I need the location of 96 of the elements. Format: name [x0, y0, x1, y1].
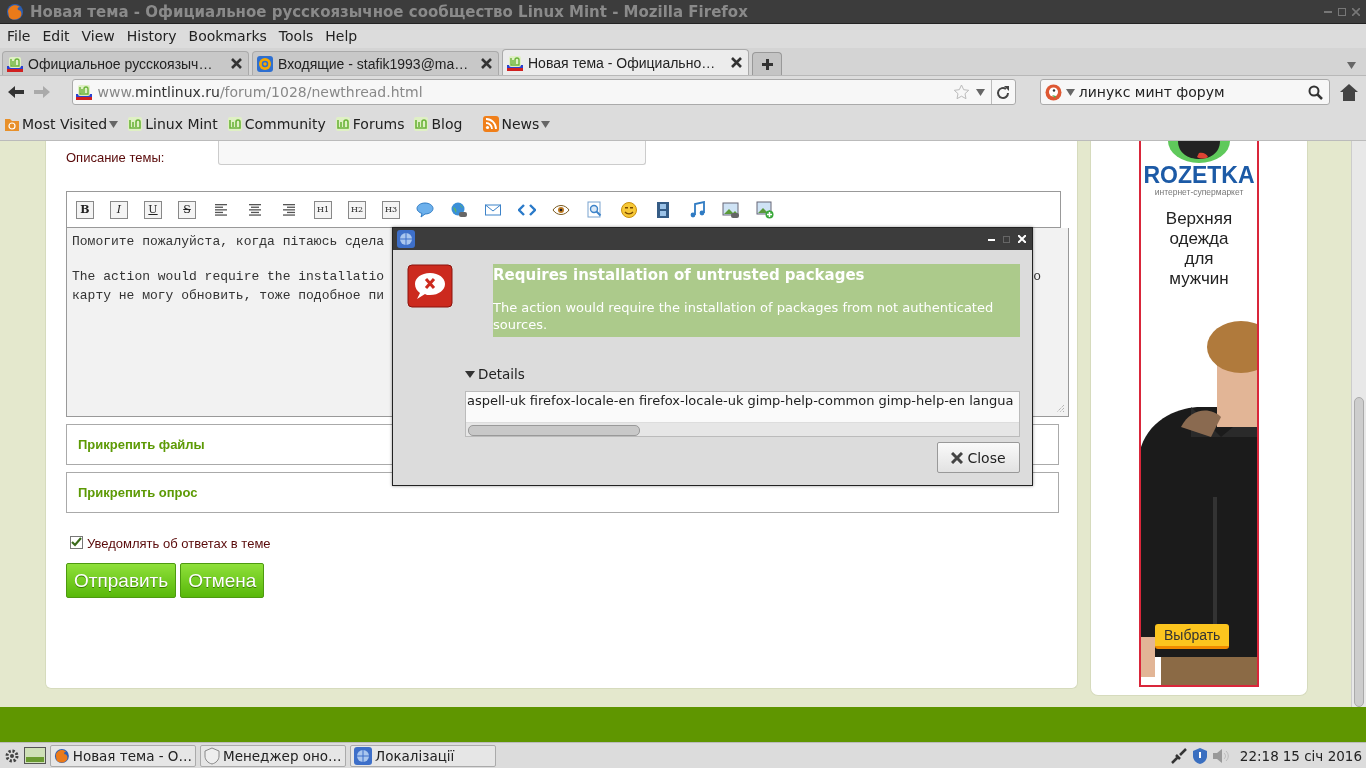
notify-checkbox[interactable]: [70, 535, 83, 549]
bookmark-item[interactable]: Blog: [413, 116, 463, 132]
folder-icon: [4, 116, 20, 132]
editor-text-line: карту не могу обновить, тоже подобное пи: [72, 288, 385, 303]
menu-item[interactable]: History: [120, 28, 183, 44]
editor-text-fragment: о: [1033, 269, 1041, 284]
expanded-arrow-icon: [465, 369, 475, 379]
star-icon[interactable]: [952, 84, 970, 100]
checkbox-label: Уведомлять об ответах в теме: [87, 536, 271, 551]
browser-tab[interactable]: Новая тема - Официально…: [502, 49, 749, 75]
tab-close-icon[interactable]: [731, 57, 742, 68]
browser-tab[interactable]: Официальное русскоязыч…: [2, 51, 249, 75]
site-icon: [7, 55, 23, 72]
window-title: Новая тема - Официальное русскоязычное сообщество Linux Mint - Mozilla Firefox: [30, 2, 749, 21]
details-expander[interactable]: Details: [465, 366, 525, 382]
description-field[interactable]: [218, 141, 646, 165]
editor-text-line: The action would require the installatio: [72, 269, 385, 284]
taskbar-button[interactable]: Новая тема - О…: [50, 744, 196, 767]
plus-icon: [761, 58, 773, 70]
tab-list-arrow-icon[interactable]: [1347, 62, 1356, 69]
rss-feed-icon: [483, 116, 500, 132]
mint-logo-icon: [226, 116, 243, 132]
clock: 22:18: [1239, 747, 1279, 764]
new-tab-button[interactable]: [752, 52, 782, 75]
resize-grip-icon[interactable]: [1056, 404, 1065, 413]
tab-close-icon[interactable]: [481, 58, 492, 69]
format-button[interactable]: U: [144, 200, 162, 219]
bookmark-item[interactable]: Community: [226, 116, 326, 132]
format-button[interactable]: H3: [382, 200, 400, 219]
package-list: aspell-uk firefox-locale-en firefox-locale-uk gimp-help-common gimp-help-en langua: [466, 392, 1019, 408]
menu-item[interactable]: Tools: [272, 28, 320, 44]
music-note-icon[interactable]: [688, 200, 706, 219]
menu-item[interactable]: Bookmarks: [182, 28, 273, 44]
format-button[interactable]: I: [110, 200, 128, 219]
editor-text-line: Помогите пожалуйста, когда пітаюсь сдела: [72, 234, 385, 249]
taskbar-button[interactable]: Менеджер оно…: [200, 744, 346, 767]
menu-item[interactable]: Edit: [36, 28, 76, 44]
home-icon[interactable]: [1340, 83, 1358, 101]
settings-icon[interactable]: [4, 747, 20, 764]
error-icon: [407, 264, 453, 308]
bookmark-item[interactable]: Forums: [334, 116, 405, 132]
image-add-icon[interactable]: [756, 200, 774, 219]
site-icon: [75, 84, 92, 100]
format-button[interactable]: H2: [348, 200, 366, 219]
format-button[interactable]: B: [76, 200, 94, 219]
check-icon: [71, 537, 82, 547]
site-icon: [507, 54, 523, 71]
brand-tagline: интернет-супермаркет: [1154, 187, 1244, 197]
image-link-icon[interactable]: [722, 200, 740, 219]
app-icon: [397, 230, 415, 248]
restore-icon[interactable]: [1338, 7, 1346, 16]
firefox-icon: [54, 746, 70, 765]
firefox-logo-icon: [6, 2, 24, 21]
scrollbar[interactable]: [1351, 141, 1366, 707]
ad-headline: Верхняя одежда для мужчин: [1164, 209, 1234, 289]
shield-icon: [204, 746, 220, 765]
bookmark-item[interactable]: News: [483, 116, 551, 132]
engine-arrow-icon[interactable]: [1065, 88, 1075, 96]
brand-name: ROZETKA: [1143, 163, 1255, 187]
dropdown-arrow-icon[interactable]: [109, 120, 119, 128]
close-button[interactable]: Close: [937, 442, 1020, 473]
smiley-icon[interactable]: [620, 200, 638, 219]
choose-button[interactable]: Выбрать: [1155, 624, 1230, 649]
date: 15 січ 2016: [1282, 747, 1362, 764]
page-magnifier-icon[interactable]: [586, 200, 604, 219]
taskbar-button[interactable]: Локалізації: [350, 744, 496, 767]
tab-close-icon[interactable]: [231, 58, 242, 69]
browser-tab[interactable]: Входящие - stafik1993@ma…: [252, 51, 499, 75]
history-arrow-icon[interactable]: [975, 88, 985, 96]
bookmark-item[interactable]: Most Visited: [4, 116, 119, 132]
format-button[interactable]: S: [178, 200, 196, 219]
menu-item[interactable]: View: [75, 28, 121, 44]
bookmark-item[interactable]: Linux Mint: [127, 116, 218, 132]
mint-logo-icon: [334, 116, 351, 132]
close-icon: [951, 451, 964, 464]
network-plug-icon[interactable]: [1169, 746, 1188, 765]
minimize-icon[interactable]: [988, 237, 995, 241]
speech-bubble-icon[interactable]: [416, 200, 434, 219]
scrollbar-thumb[interactable]: [468, 425, 640, 436]
globe-icon: [354, 746, 372, 765]
mint-logo-icon: [413, 116, 430, 132]
dropdown-arrow-icon[interactable]: [541, 120, 551, 128]
shield-icon[interactable]: [1191, 746, 1208, 765]
menu-item[interactable]: File: [1, 28, 37, 44]
reload-icon[interactable]: [995, 84, 1011, 100]
dialog-message: The action would require the installation of packages from not authenticated sources.: [493, 299, 995, 333]
menu-item[interactable]: Help: [319, 28, 364, 44]
field-label: Описание темы:: [66, 150, 166, 165]
search-icon[interactable]: [1308, 84, 1324, 100]
dialog-heading: Requires installation of untrusted packages: [493, 266, 866, 284]
mint-logo-icon: [127, 116, 144, 132]
film-strip-icon[interactable]: [654, 200, 672, 219]
back-arrow-icon[interactable]: [8, 85, 24, 99]
desktop-icon[interactable]: [24, 747, 46, 764]
format-button[interactable]: H1: [314, 200, 332, 219]
globe-link-icon[interactable]: [450, 200, 468, 219]
